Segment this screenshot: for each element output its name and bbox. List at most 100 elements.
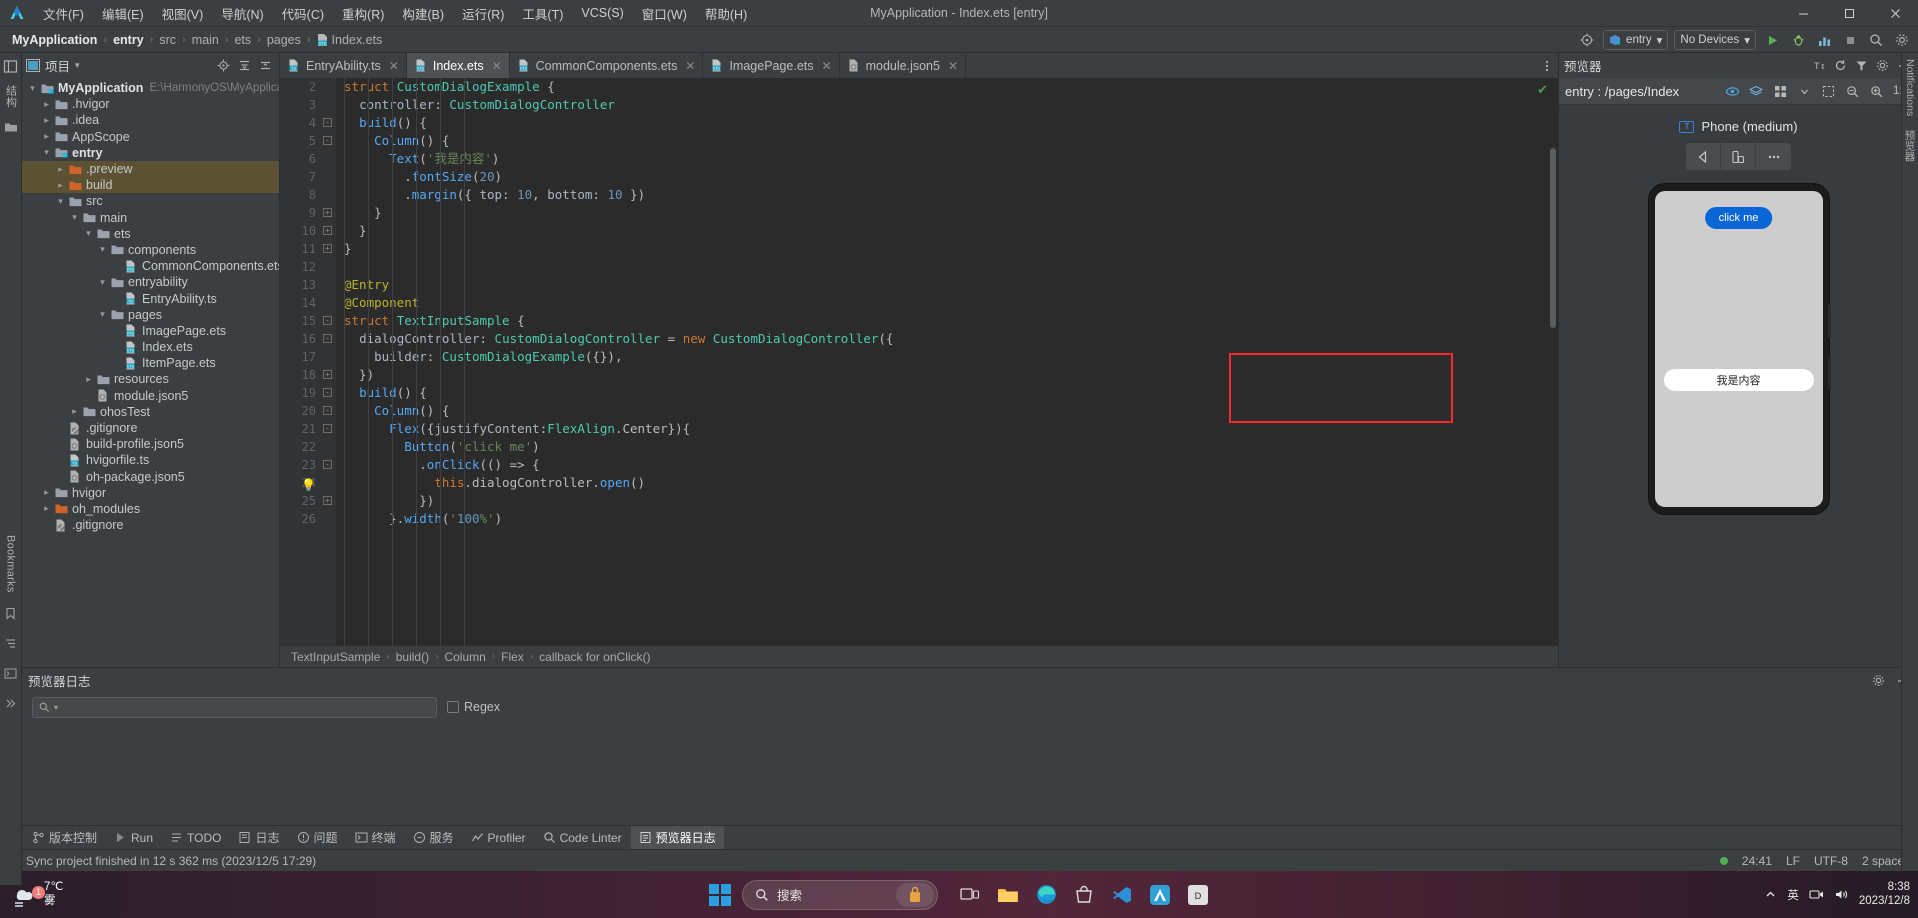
bookmark-icon[interactable] xyxy=(2,605,20,623)
line-number[interactable]: 16- xyxy=(280,330,336,348)
network-icon[interactable] xyxy=(1809,888,1824,901)
breadcrumb-item-ets[interactable]: ets xyxy=(230,32,255,48)
line-number[interactable]: 24 💡 xyxy=(280,474,336,492)
fold-toggle-icon[interactable]: + xyxy=(323,226,332,235)
tree-item-index-ets[interactable]: ETS Index.ets xyxy=(22,339,279,355)
tree-item-imagepage-ets[interactable]: ETS ImagePage.ets xyxy=(22,323,279,339)
code-line[interactable]: } xyxy=(344,204,1558,222)
code-line[interactable]: }.width('100%') xyxy=(344,510,1558,528)
log-search-input[interactable]: ▾ xyxy=(32,696,437,718)
edge-icon[interactable] xyxy=(1031,880,1061,910)
menu-view[interactable]: 视图(V) xyxy=(153,1,213,26)
project-tree[interactable]: ▾MyApplicationE:\HarmonyOS\MyApplicatio▸… xyxy=(22,78,279,667)
code-line[interactable]: controller: CustomDialogController xyxy=(344,96,1558,114)
tree-item-hvigorfile-ts[interactable]: TS hvigorfile.ts xyxy=(22,452,279,468)
bottom-tool-tabs[interactable]: 版本控制 Run TODO 日志 问题 终端 服务 Profiler Code Linter 预览… xyxy=(0,825,1918,849)
editor-breadcrumb-item[interactable]: build() xyxy=(393,650,432,664)
refresh-icon[interactable] xyxy=(1830,56,1850,76)
line-number[interactable]: 8 xyxy=(280,186,336,204)
chevron-right-icon[interactable]: ▸ xyxy=(40,99,53,110)
menu-help[interactable]: 帮助(H) xyxy=(696,1,756,26)
tree-item-entryability[interactable]: ▾ entryability xyxy=(22,274,279,290)
tree-item-entryability-ts[interactable]: TS EntryAbility.ts xyxy=(22,290,279,306)
editor-breadcrumb-item[interactable]: Column xyxy=(441,650,488,664)
text-format-icon[interactable]: T ↕ xyxy=(1809,56,1829,76)
grid-view-icon[interactable] xyxy=(1770,81,1790,101)
chevron-down-icon[interactable]: ▾ xyxy=(96,244,109,255)
line-number[interactable]: 18 + xyxy=(280,366,336,384)
chevron-down-icon[interactable]: ▾ xyxy=(96,309,109,320)
tree-item-build[interactable]: ▸ build xyxy=(22,177,279,194)
line-number[interactable]: 15- xyxy=(280,312,336,330)
code-line[interactable]: Column() { xyxy=(344,402,1558,420)
line-number[interactable]: 5- xyxy=(280,132,336,150)
line-number[interactable]: 11 + xyxy=(280,240,336,258)
breadcrumb-item-src[interactable]: src xyxy=(155,32,180,48)
editor-breadcrumb-item[interactable]: Flex xyxy=(498,650,527,664)
editor-tab-imagepage-ets[interactable]: ETS ImagePage.ets ✕ xyxy=(703,53,840,78)
fold-toggle-icon[interactable]: - xyxy=(323,388,332,397)
tree-item-oh-package-json5[interactable]: oh-package.json5 xyxy=(22,469,279,485)
line-number[interactable]: 9 + xyxy=(280,204,336,222)
caret-position[interactable]: 24:41 xyxy=(1742,854,1772,868)
tree-item-src[interactable]: ▾ src xyxy=(22,193,279,209)
stop-icon[interactable] xyxy=(1840,30,1860,50)
line-number[interactable]: 21- xyxy=(280,420,336,438)
chevron-down-icon[interactable]: ▾ xyxy=(40,147,53,158)
bottom-tab------[interactable]: 预览器日志 xyxy=(630,826,724,849)
bottom-tab-code-linter[interactable]: Code Linter xyxy=(535,828,630,848)
menu-refactor[interactable]: 重构(R) xyxy=(333,1,393,26)
fold-toggle-icon[interactable]: - xyxy=(323,334,332,343)
line-number[interactable]: 12 xyxy=(280,258,336,276)
eye-icon[interactable] xyxy=(1722,81,1742,101)
chevron-down-icon[interactable]: ▾ xyxy=(54,196,67,207)
code-line[interactable]: builder: CustomDialogExample({}), xyxy=(344,348,1558,366)
volume-icon[interactable] xyxy=(1834,888,1849,901)
chevron-right-icon[interactable]: ▸ xyxy=(40,487,53,498)
menu-window[interactable]: 窗口(W) xyxy=(633,1,696,26)
tree-item-appscope[interactable]: ▸ AppScope xyxy=(22,129,279,145)
code-line[interactable]: @Component xyxy=(344,294,1558,312)
encoding[interactable]: UTF-8 xyxy=(1814,854,1848,868)
fold-toggle-icon[interactable]: - xyxy=(323,406,332,415)
line-number[interactable]: 17 xyxy=(280,348,336,366)
chevron-right-icon[interactable]: ▸ xyxy=(40,503,53,514)
tree-item-build-profile-json5[interactable]: build-profile.json5 xyxy=(22,436,279,452)
line-number[interactable]: 22 xyxy=(280,438,336,456)
layers-icon[interactable] xyxy=(1746,81,1766,101)
left-rail-label-structure[interactable]: 结构 xyxy=(3,85,19,108)
breadcrumb-item-pages[interactable]: pages xyxy=(263,32,305,48)
regex-checkbox-wrap[interactable]: Regex xyxy=(447,700,500,714)
menu-code[interactable]: 代码(C) xyxy=(273,1,333,26)
inspection-ok-icon[interactable]: ✔ xyxy=(1537,82,1548,98)
editor-tab-commoncomponents-ets[interactable]: ETS CommonComponents.ets ✕ xyxy=(510,53,704,78)
bottom-tab---[interactable]: 终端 xyxy=(347,826,404,849)
preview-click-me-button[interactable]: click me xyxy=(1704,207,1773,229)
chevron-down-icon[interactable]: ▾ xyxy=(26,83,39,94)
fold-toggle-icon[interactable]: - xyxy=(323,316,332,325)
line-number[interactable]: 2 xyxy=(280,78,336,96)
project-icon[interactable] xyxy=(2,57,20,75)
tree-item-ohostest[interactable]: ▸ ohosTest xyxy=(22,404,279,420)
folder-icon[interactable] xyxy=(2,118,20,136)
chevron-right-icon[interactable]: ▸ xyxy=(54,180,67,191)
ime-icon[interactable]: 英 xyxy=(1787,887,1799,903)
vscode-icon[interactable] xyxy=(1107,880,1137,910)
tree-item-pages[interactable]: ▾ pages xyxy=(22,307,279,323)
structure-icon[interactable] xyxy=(2,635,20,653)
menu-vcs[interactable]: VCS(S) xyxy=(572,3,632,23)
menu-tools[interactable]: 工具(T) xyxy=(513,1,572,26)
code-line[interactable]: Button('click me') xyxy=(344,438,1558,456)
menu-build[interactable]: 构建(B) xyxy=(393,1,453,26)
tree-item-entry[interactable]: ▾ entry xyxy=(22,145,279,161)
line-number[interactable]: 19- xyxy=(280,384,336,402)
bottom-tab-profiler[interactable]: Profiler xyxy=(463,828,534,848)
store-icon[interactable] xyxy=(1069,880,1099,910)
maximize-button[interactable] xyxy=(1826,0,1872,27)
minimize-button[interactable] xyxy=(1780,0,1826,27)
settings-icon[interactable] xyxy=(1868,670,1888,690)
search-highlight-icon[interactable] xyxy=(896,882,934,907)
menu-file[interactable]: 文件(F) xyxy=(34,1,93,26)
editor-breadcrumb-item[interactable]: TextInputSample xyxy=(288,650,383,664)
line-number[interactable]: 25 + xyxy=(280,492,336,510)
